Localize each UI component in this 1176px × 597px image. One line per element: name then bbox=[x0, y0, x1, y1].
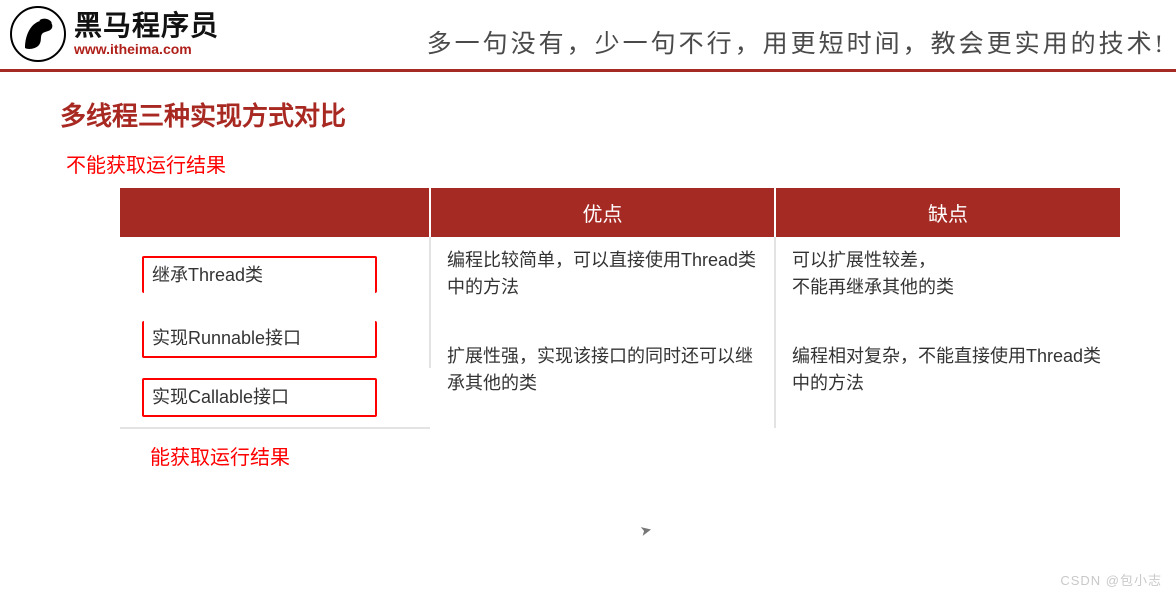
table-row: 实现Runnable接口 扩展性强，实现该接口的同时还可以继承其他的类 编程相对… bbox=[120, 311, 1120, 368]
table-header-blank bbox=[120, 188, 430, 237]
row-label-runnable: 实现Runnable接口 bbox=[120, 311, 430, 368]
logo-title: 黑马程序员 bbox=[74, 11, 219, 42]
logo-url: www.itheima.com bbox=[74, 42, 219, 57]
table-header-cons: 缺点 bbox=[775, 188, 1120, 237]
watermark-text: CSDN @包小志 bbox=[1060, 570, 1162, 589]
highlight-box-icon: 实现Runnable接口 bbox=[142, 321, 377, 358]
table-header-row: 优点 缺点 bbox=[120, 188, 1120, 237]
annotation-top: 不能获取运行结果 bbox=[66, 149, 1126, 178]
row-label-callable: 实现Callable接口 bbox=[120, 368, 430, 428]
logo-block: 黑马程序员 www.itheima.com bbox=[10, 6, 219, 62]
table-header-pros: 优点 bbox=[430, 188, 775, 237]
horse-logo-icon bbox=[10, 6, 66, 62]
highlight-box-icon: 实现Callable接口 bbox=[142, 378, 377, 417]
header-bar: 黑马程序员 www.itheima.com 多一句没有，少一句不行，用更短时间，… bbox=[0, 0, 1176, 72]
table-row: 继承Thread类 编程比较简单，可以直接使用Thread类中的方法 可以扩展性… bbox=[120, 237, 1120, 311]
page-title: 多线程三种实现方式对比 bbox=[60, 96, 1126, 133]
comparison-table-wrap: 优点 缺点 继承Thread类 编程比较简单，可以直接使用Thread类中的方法… bbox=[120, 188, 1120, 429]
highlight-box-icon: 继承Thread类 bbox=[142, 256, 377, 293]
cell-pro: 编程比较简单，可以直接使用Thread类中的方法 bbox=[430, 237, 775, 311]
cell-con: 可以扩展性较差， 不能再继承其他的类 bbox=[775, 237, 1120, 311]
cell-con: 编程相对复杂，不能直接使用Thread类中的方法 bbox=[775, 311, 1120, 428]
cursor-icon: ➤ bbox=[638, 521, 653, 540]
row-label-thread: 继承Thread类 bbox=[120, 237, 430, 311]
header-slogan: 多一句没有，少一句不行，用更短时间，教会更实用的技术! bbox=[427, 24, 1166, 60]
cell-pro: 扩展性强，实现该接口的同时还可以继承其他的类 bbox=[430, 311, 775, 428]
content-area: 多线程三种实现方式对比 不能获取运行结果 优点 缺点 继承Thread类 编程比… bbox=[0, 72, 1176, 470]
logo-text: 黑马程序员 www.itheima.com bbox=[74, 11, 219, 57]
comparison-table: 优点 缺点 继承Thread类 编程比较简单，可以直接使用Thread类中的方法… bbox=[120, 188, 1120, 429]
annotation-bottom: 能获取运行结果 bbox=[150, 441, 1126, 470]
